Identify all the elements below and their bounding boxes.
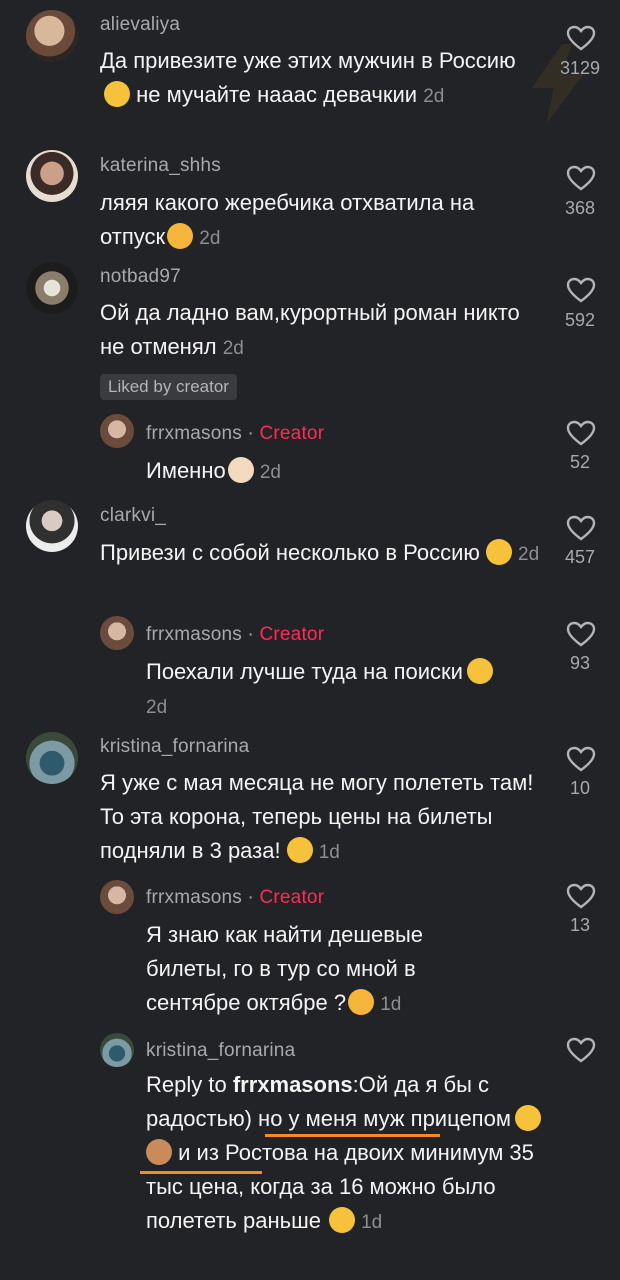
avatar[interactable] [100,880,134,914]
comment-text: Да привезите уже этих мужчин в Россию не… [100,48,516,107]
reply-username[interactable]: frrxmasons · Creator [146,624,324,646]
comment-time: 1d [380,994,402,1015]
reply-text: Поехали лучше туда на поиски 2d [146,655,546,725]
avatar[interactable] [100,1033,134,1067]
comment-time: 1d [361,1212,383,1233]
like-count: 368 [564,198,596,218]
comment-time: 2d [518,544,540,565]
reply-text: Reply to frrxmasons:Ой да я бы с радость… [146,1068,546,1240]
like-heart-icon[interactable] [566,621,596,647]
like-count: 457 [564,547,596,567]
avatar[interactable] [26,10,78,62]
avatar[interactable] [100,616,134,650]
like-heart-icon[interactable] [566,746,596,772]
comment-time: 2d [199,228,221,249]
comment-username[interactable]: kristina_fornarina [100,736,249,758]
creator-tag: Creator [259,423,325,444]
like-heart-icon[interactable] [566,515,596,541]
creator-tag: Creator [259,887,325,908]
comment-time: 1d [318,842,340,863]
like-heart-icon[interactable] [566,883,596,909]
comment-text: Ой да ладно вам,курортный роман никто не… [100,300,520,359]
comment-time: 2d [146,697,168,718]
like-heart-icon[interactable] [566,420,596,446]
like-heart-icon[interactable] [566,25,596,51]
comment-time: 2d [259,462,281,483]
confused-face-emoji-icon [328,1207,355,1233]
laughing-emoji-icon [514,1105,541,1131]
comment-time: 2d [222,338,244,359]
like-heart-icon[interactable] [566,277,596,303]
comment-text: Привези с собой несколько в Россию 2d [100,539,540,565]
like-count: 10 [569,778,591,798]
reply-text: Именно 2d [146,457,281,483]
smiling-hearts-emoji-icon [348,989,375,1015]
avatar[interactable] [100,414,134,448]
avatar[interactable] [26,500,78,552]
comment-username[interactable]: clarkvi_ [100,505,166,527]
like-heart-icon[interactable] [566,1037,596,1063]
like-count: 13 [569,915,591,935]
avatar[interactable] [26,732,78,784]
comment-username[interactable]: alievaliya [100,14,180,36]
like-count: 52 [569,452,591,472]
underline-mark [140,1171,262,1174]
watermark-bolt-icon [532,44,584,124]
reply-username[interactable]: frrxmasons · Creator [146,887,324,909]
comment-username[interactable]: katerina_shhs [100,155,221,177]
like-count: 592 [564,310,596,330]
smiling-hearts-emoji-icon [167,223,194,249]
laughing-emoji-icon [104,81,130,107]
like-count: 93 [569,653,591,673]
avatar[interactable] [26,262,78,314]
ok-hand-emoji-icon [227,457,254,483]
sweat-smile-emoji-icon [486,539,513,565]
see-no-evil-monkey-emoji-icon [146,1139,172,1165]
reply-username[interactable]: kristina_fornarina [146,1040,295,1062]
underline-mark [265,1134,440,1137]
comment-time: 2d [423,86,445,107]
liked-by-creator-badge: Liked by creator [100,374,237,400]
comment-text: ляяя какого жеребчика отхватила на отпус… [100,190,475,249]
comment-text: Я уже с мая месяца не могу полететь там!… [100,770,534,863]
creator-tag: Creator [259,624,325,645]
reply-username[interactable]: frrxmasons · Creator [146,423,324,445]
laughing-emoji-icon [466,658,493,684]
avatar[interactable] [26,150,78,202]
like-heart-icon[interactable] [566,165,596,191]
reply-text: Я знаю как найти дешевые билеты, го в ту… [146,922,424,1015]
like-count: 3129 [559,58,601,78]
comment-username[interactable]: notbad97 [100,266,181,288]
pleading-face-emoji-icon [286,837,313,863]
reply-to-username[interactable]: frrxmasons [233,1072,353,1097]
